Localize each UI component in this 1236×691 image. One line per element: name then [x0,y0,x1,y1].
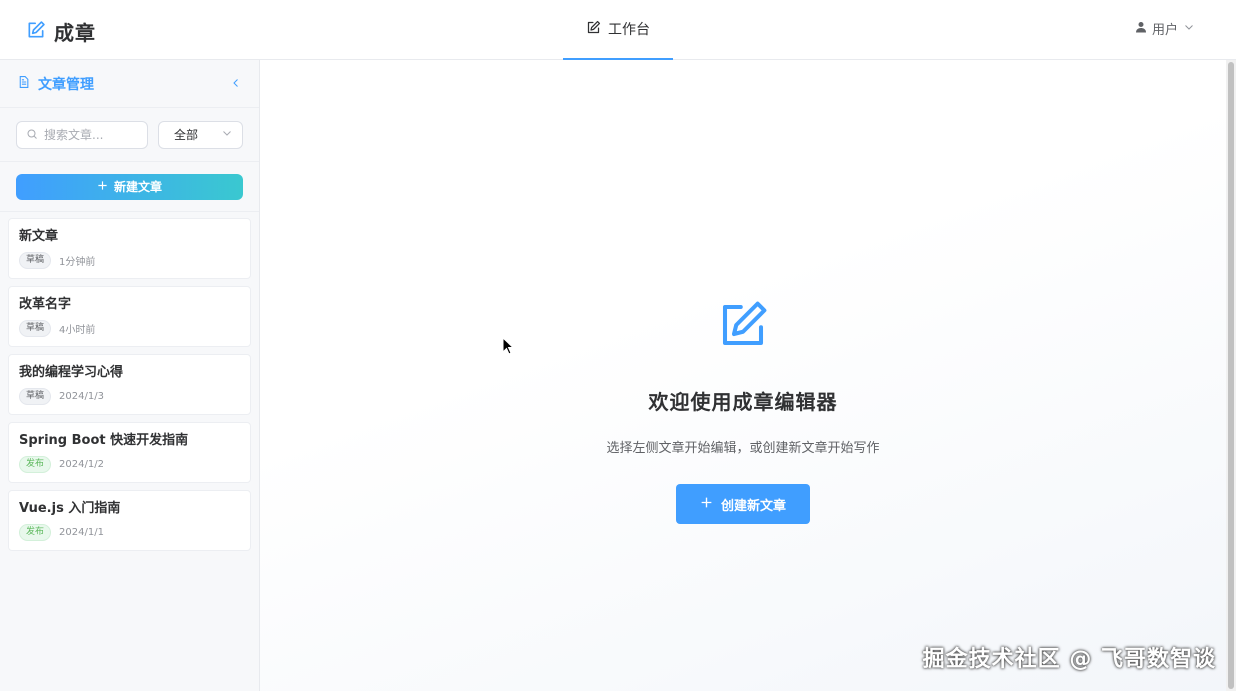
app-name: 成章 [54,21,96,45]
status-badge: 草稿 [19,320,52,337]
filter-selected-value: 全部 [174,128,199,142]
user-label: 用户 [1151,23,1178,38]
status-badge: 草稿 [19,388,52,405]
nav-tab-workbench[interactable]: 工作台 [563,0,673,60]
new-article-row: 新建文章 [0,162,259,212]
article-title: 新文章 [19,229,59,244]
edit-icon [716,298,770,356]
article-time: 1分钟前 [59,257,96,268]
article-item[interactable]: Spring Boot 快速开发指南 发布 2024/1/2 [8,422,251,483]
article-item[interactable]: 改革名字 草稿 4小时前 [8,286,251,347]
article-item[interactable]: 新文章 草稿 1分钟前 [8,218,251,279]
article-time: 4小时前 [59,325,96,336]
main-content: 欢迎使用成章编辑器 选择左侧文章开始编辑，或创建新文章开始写作 创建新文章 [260,60,1226,691]
article-list: 新文章 草稿 1分钟前 改革名字 草稿 4小时前 我的编程学习心得 草稿 202… [0,212,259,564]
new-article-button[interactable]: 新建文章 [16,173,243,200]
edit-icon [26,20,46,44]
article-item[interactable]: Vue.js 入门指南 发布 2024/1/1 [8,490,251,551]
article-title: 改革名字 [19,297,72,312]
status-badge: 草稿 [19,252,52,269]
sidebar: 文章管理 全部 新建文章 新文章 草 [0,60,260,691]
welcome-subtitle: 选择左侧文章开始编辑，或创建新文章开始写作 [606,441,880,456]
sidebar-filters: 全部 [0,108,259,162]
chevron-down-icon [1183,21,1195,37]
welcome-panel: 欢迎使用成章编辑器 选择左侧文章开始编辑，或创建新文章开始写作 创建新文章 [260,298,1226,524]
welcome-title: 欢迎使用成章编辑器 [648,390,838,414]
article-title: 我的编程学习心得 [19,365,124,380]
document-icon [17,74,30,93]
article-title: Vue.js 入门指南 [19,501,121,516]
create-article-button[interactable]: 创建新文章 [676,484,810,524]
page-scrollbar[interactable] [1226,60,1236,691]
app-logo[interactable]: 成章 [26,17,96,46]
article-title: Spring Boot 快速开发指南 [19,433,189,448]
edit-icon [586,20,601,39]
article-time: 2024/1/1 [59,527,104,538]
search-icon [26,125,38,144]
article-time: 2024/1/2 [59,459,104,470]
user-menu[interactable]: 用户 [1135,19,1195,38]
article-time: 2024/1/3 [59,391,104,402]
search-input[interactable] [44,127,134,142]
status-filter-select[interactable]: 全部 [158,120,243,149]
sidebar-header: 文章管理 [0,60,259,108]
plus-icon [97,180,108,194]
chevron-down-icon [221,127,233,142]
watermark: 掘金技术社区 @ 飞哥数智谈 [922,647,1216,672]
new-article-label: 新建文章 [113,180,162,194]
chevron-left-icon[interactable] [230,74,242,93]
search-box [16,120,148,149]
nav-tab-label: 工作台 [608,22,650,38]
status-badge: 发布 [19,524,52,541]
scrollbar-thumb[interactable] [1228,62,1234,689]
article-item[interactable]: 我的编程学习心得 草稿 2024/1/3 [8,354,251,415]
plus-icon [700,496,713,512]
sidebar-title: 文章管理 [38,76,94,93]
create-article-label: 创建新文章 [720,497,786,513]
status-badge: 发布 [19,456,52,473]
top-header: 成章 工作台 用户 [0,0,1236,60]
user-icon [1135,21,1147,37]
mouse-cursor-icon [502,336,515,359]
